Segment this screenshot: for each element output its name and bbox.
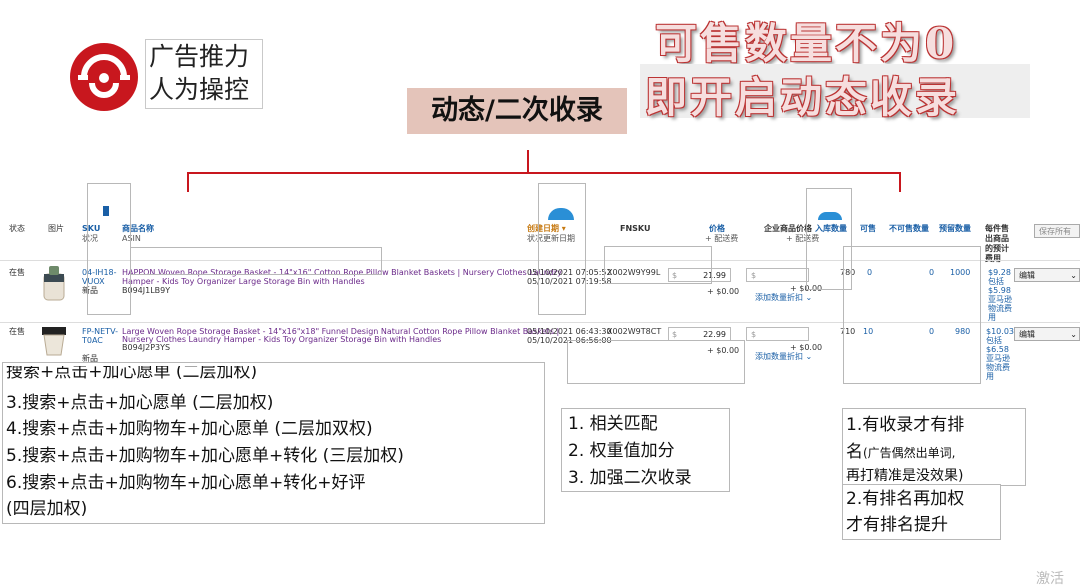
row2-asin: B094J2P3YS (122, 343, 171, 352)
logo-text-box: 广告推力 人为操控 (145, 39, 263, 109)
header-fee: 每件售出商品的预计费用 (985, 224, 1009, 263)
currency-symbol: $ (751, 330, 757, 339)
highlight-fnsku (604, 246, 712, 284)
row2-sku[interactable]: FP-NETV-T0AC (82, 327, 118, 345)
highlight-title (130, 247, 382, 275)
logo-line2: 人为操控 (149, 75, 250, 104)
row2-fee: $10.03 包括 $6.58 亚马逊 物流费 用 (986, 327, 1014, 381)
row2-edit-button[interactable]: 编辑 ⌄ (1014, 327, 1080, 341)
brace-center-tick (527, 150, 529, 173)
edit-label: 编辑 (1019, 271, 1035, 280)
currency-symbol: $ (751, 271, 757, 280)
headline-line2: 即开启动态收录 (645, 73, 961, 122)
row1-shipping: + $0.00 (707, 287, 740, 296)
chevron-down-icon: ⌄ (1070, 271, 1077, 280)
left-note-6b: (四层加权) (6, 499, 88, 519)
row2-price-input[interactable]: $22.99 (668, 327, 731, 341)
header-reserved[interactable]: 预留数量 (939, 224, 971, 234)
row1-title-line2[interactable]: Hamper - Kids Toy Organizer Large Storag… (122, 277, 365, 286)
left-note-6: 6.搜索+点击+加购物车+加心愿单+转化+好评 (6, 473, 366, 493)
right-note-1: 1.有收录才有排 (846, 415, 965, 435)
row2-business-shipping: + $0.00 (790, 343, 823, 352)
headline-line1: 可售数量不为0 (655, 19, 958, 68)
fee-line: 物流费 (988, 304, 1012, 313)
header-price-sub: + 配送费 (705, 234, 739, 243)
watermark: 激活 (1036, 571, 1064, 587)
chevron-down-icon: ⌄ (1070, 330, 1077, 339)
row2-business-price-input[interactable]: $ (746, 327, 809, 341)
fee-line: 亚马逊 (986, 354, 1010, 363)
row1-fee: $9.28 包括 $5.98 亚马逊 物流费 用 (988, 268, 1012, 322)
row1-business-price-input[interactable]: $ (746, 268, 809, 282)
header-business-price: 企业商品价格 (764, 224, 812, 233)
edit-label: 编辑 (1019, 330, 1035, 339)
logo-icon (70, 43, 138, 111)
mid-note-3: 3. 加强二次收录 (568, 468, 692, 488)
right-note-5: 才有排名提升 (846, 515, 948, 535)
row1-edit-button[interactable]: 编辑 ⌄ (1014, 268, 1080, 282)
row2-status: 在售 (9, 327, 25, 336)
row2-product-image (40, 325, 68, 357)
logo-line1: 广告推力 (149, 42, 250, 71)
dynamic-indexing-label: 动态/二次收录 (407, 88, 627, 134)
brace-top-line (187, 172, 901, 174)
left-note-3: 3.搜索+点击+加心愿单 (二层加权) (6, 393, 274, 413)
fee-line: 用 (986, 372, 994, 381)
row1-add-quantity-discount[interactable]: 添加数量折扣 ⌄ (755, 293, 812, 302)
brace-right-end (899, 172, 901, 192)
mid-note-2: 2. 权重值加分 (568, 441, 675, 461)
fee-line: $10.03 (986, 327, 1014, 336)
header-fnsku: FNSKU (620, 224, 651, 233)
fee-line: $5.98 (988, 286, 1011, 295)
fee-line: 包括 (988, 277, 1004, 286)
save-all-button[interactable]: 保存所有 (1034, 224, 1080, 238)
header-image: 图片 (48, 224, 64, 233)
brace-left-end (187, 172, 189, 192)
highlight-available-area (843, 246, 981, 384)
row1-product-image (40, 266, 68, 302)
left-note-cut: 搜索+点击+加心愿单 (二层加权) (6, 366, 258, 380)
fee-line: 亚马逊 (988, 295, 1012, 304)
highlight-price-area (567, 340, 745, 384)
row2-price-value: 22.99 (703, 330, 726, 339)
fee-line: 物流费 (986, 363, 1010, 372)
fee-line: $9.28 (988, 268, 1011, 277)
header-available[interactable]: 可售 (860, 224, 876, 234)
header-price[interactable]: 价格 (709, 224, 725, 234)
highlight-sku-column (87, 183, 131, 315)
highlight-date-column (538, 183, 586, 315)
row1-status: 在售 (9, 268, 25, 277)
left-note-4: 4.搜索+点击+加购物车+加心愿单 (二层加双权) (6, 419, 373, 439)
header-unsellable[interactable]: 不可售数量 (889, 224, 929, 234)
fee-line: $6.58 (986, 345, 1009, 354)
row2-created: 05/10/2021 06:43:30 (527, 327, 612, 336)
mid-note-1: 1. 相关匹配 (568, 414, 658, 434)
row2-add-quantity-discount[interactable]: 添加数量折扣 ⌄ (755, 352, 812, 361)
header-status: 状态 (9, 224, 25, 233)
left-note-5: 5.搜索+点击+加购物车+加心愿单+转化 (三层加权) (6, 446, 404, 466)
fee-line: 用 (988, 313, 996, 322)
row2-fnsku: X002W9T8CT (607, 327, 662, 336)
right-note-4: 2.有排名再加权 (846, 489, 965, 509)
fee-line: 包括 (986, 336, 1002, 345)
right-note-2: 名(广告偶然出单词, (846, 442, 956, 462)
